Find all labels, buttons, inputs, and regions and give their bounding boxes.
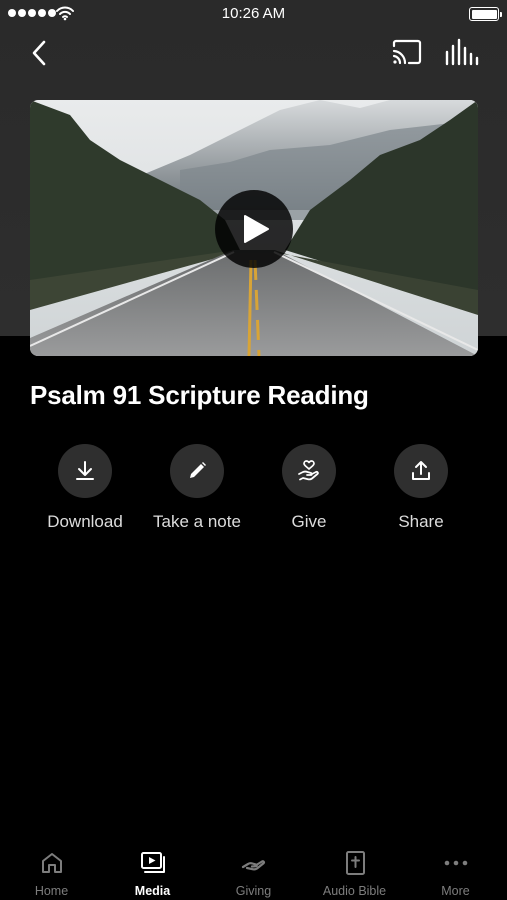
back-button[interactable]: [26, 34, 56, 72]
tab-audio-bible-label: Audio Bible: [322, 884, 387, 898]
tab-audio-bible[interactable]: Audio Bible: [304, 840, 405, 900]
audio-button[interactable]: [442, 36, 480, 70]
chevron-left-icon: [32, 40, 46, 66]
media-title: Psalm 91 Scripture Reading: [30, 380, 369, 410]
pencil-icon: [190, 462, 206, 478]
audio-bars-icon: [445, 38, 479, 66]
battery-icon: [469, 7, 502, 21]
download-icon-circle: [58, 444, 112, 498]
cast-icon: [392, 39, 422, 65]
tab-giving[interactable]: Giving: [203, 840, 304, 900]
tab-more[interactable]: More: [405, 840, 506, 900]
action-row: Download Take a note Give Share: [0, 444, 507, 544]
media-play-icon: [141, 852, 165, 873]
bible-icon: [346, 851, 365, 875]
share-label: Share: [398, 512, 444, 531]
tab-bar: Home Media Giving Audio Bible More: [0, 840, 507, 900]
top-nav: [0, 34, 507, 72]
tab-media[interactable]: Media: [102, 840, 203, 900]
take-a-note-button[interactable]: Take a note: [141, 444, 253, 532]
play-icon: [244, 215, 269, 243]
more-dots-icon: [444, 860, 468, 866]
home-icon: [42, 853, 62, 873]
status-bar: 10:26 AM: [0, 0, 507, 28]
tab-more-label: More: [441, 884, 470, 898]
share-button[interactable]: Share: [365, 444, 477, 532]
give-icon-circle: [282, 444, 336, 498]
tab-media-label: Media: [134, 884, 171, 898]
download-icon: [76, 461, 94, 480]
give-button[interactable]: Give: [253, 444, 365, 532]
tab-giving-label: Giving: [235, 884, 272, 898]
download-button[interactable]: Download: [29, 444, 141, 532]
tab-home[interactable]: Home: [1, 840, 102, 900]
share-icon: [412, 461, 430, 480]
video-player[interactable]: [30, 100, 478, 356]
note-icon-circle: [170, 444, 224, 498]
play-button[interactable]: [215, 190, 293, 268]
download-label: Download: [47, 512, 123, 531]
giving-hand-icon: [241, 860, 265, 871]
share-icon-circle: [394, 444, 448, 498]
take-a-note-label: Take a note: [153, 512, 241, 531]
give-label: Give: [291, 512, 327, 531]
status-time: 10:26 AM: [221, 5, 286, 22]
heart-hand-icon: [298, 460, 319, 481]
tab-home-label: Home: [34, 884, 69, 898]
cast-button[interactable]: [390, 36, 424, 70]
